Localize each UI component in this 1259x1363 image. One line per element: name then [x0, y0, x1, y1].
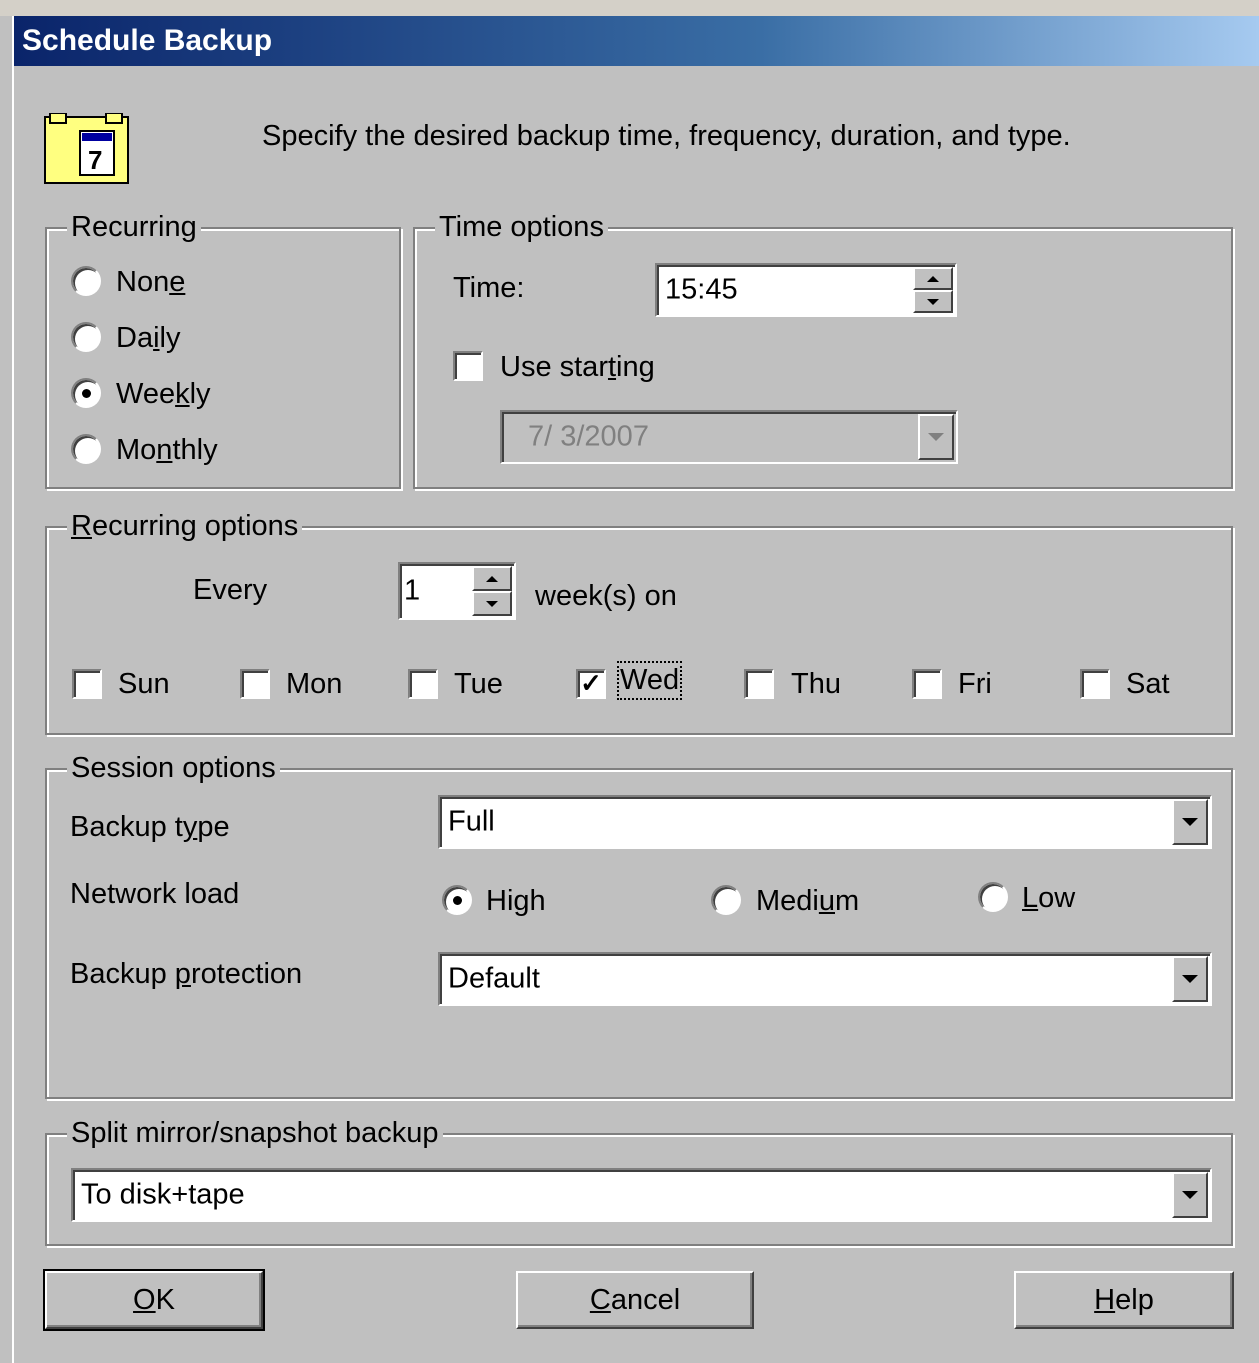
- recurring-monthly-radio[interactable]: [71, 434, 101, 464]
- backup-type-label: Backup type: [70, 811, 230, 843]
- time-label: Time:: [453, 272, 525, 304]
- backup-type-dropdown[interactable]: Full: [438, 795, 1212, 849]
- chevron-down-icon: [1182, 1191, 1198, 1199]
- cancel-button[interactable]: Cancel: [516, 1271, 754, 1329]
- recurring-none-radio[interactable]: [71, 266, 101, 296]
- recurring-daily-label[interactable]: Daily: [116, 322, 180, 355]
- backup-type-value: Full: [448, 805, 495, 838]
- window-left-edge: [0, 16, 14, 1363]
- day-tue-label[interactable]: Tue: [454, 668, 503, 701]
- network-medium-label[interactable]: Medium: [756, 885, 859, 918]
- ok-button-label: OK: [133, 1283, 175, 1316]
- backup-protection-value: Default: [448, 962, 540, 995]
- chevron-down-icon: [1182, 818, 1198, 826]
- weeks-on-label: week(s) on: [535, 580, 677, 612]
- recurring-options-group: Recurring options: [45, 510, 1233, 735]
- backup-protection-dropdown[interactable]: Default: [438, 952, 1212, 1006]
- spin-down-button[interactable]: [913, 290, 953, 313]
- day-fri-checkbox[interactable]: [912, 669, 942, 699]
- network-high-label[interactable]: High: [486, 885, 546, 918]
- title-bar[interactable]: Schedule Backup: [14, 16, 1259, 66]
- recurring-legend: Recurring: [67, 211, 201, 244]
- session-options-legend: Session options: [67, 752, 280, 785]
- chevron-down-icon: [928, 433, 944, 441]
- help-button[interactable]: Help: [1014, 1271, 1234, 1329]
- cancel-button-label: Cancel: [589, 1283, 681, 1316]
- down-arrow-icon: [927, 298, 939, 305]
- dropdown-button: [918, 414, 954, 460]
- network-high-radio[interactable]: [442, 885, 472, 915]
- day-mon-label[interactable]: Mon: [286, 668, 342, 701]
- spin-down-button[interactable]: [472, 591, 512, 616]
- day-thu-label[interactable]: Thu: [791, 668, 841, 701]
- day-mon-checkbox[interactable]: [240, 669, 270, 699]
- split-mirror-legend: Split mirror/snapshot backup: [67, 1117, 443, 1150]
- spin-up-button[interactable]: [913, 267, 953, 290]
- time-value: 15:45: [665, 273, 738, 306]
- start-date-dropdown: 7/ 3/2007: [500, 410, 958, 464]
- network-low-radio[interactable]: [978, 882, 1008, 912]
- recurring-none-label[interactable]: None: [116, 266, 185, 299]
- every-label: Every: [193, 574, 268, 606]
- chevron-down-icon: [1182, 975, 1198, 983]
- day-thu-checkbox[interactable]: [744, 669, 774, 699]
- split-mirror-dropdown[interactable]: To disk+tape: [71, 1168, 1212, 1222]
- network-load-label: Network load: [70, 878, 240, 910]
- split-mirror-value: To disk+tape: [81, 1178, 245, 1211]
- every-spinner[interactable]: [472, 566, 512, 616]
- every-input[interactable]: 1: [398, 562, 516, 620]
- day-wed-checkbox[interactable]: ✓: [576, 669, 606, 699]
- time-input[interactable]: 15:45: [655, 263, 957, 317]
- recurring-monthly-label[interactable]: Monthly: [116, 434, 218, 467]
- recurring-weekly-radio[interactable]: [71, 378, 101, 408]
- time-options-legend: Time options: [435, 211, 608, 244]
- time-spinner[interactable]: [913, 267, 953, 313]
- dropdown-button[interactable]: [1172, 799, 1208, 845]
- recurring-weekly-label[interactable]: Weekly: [116, 378, 211, 411]
- network-medium-radio[interactable]: [711, 885, 741, 915]
- spin-up-button[interactable]: [472, 566, 512, 591]
- start-date-value: 7/ 3/2007: [528, 420, 649, 453]
- calendar-icon-day: 7: [88, 145, 102, 175]
- every-value: 1: [404, 574, 421, 607]
- help-button-label: Help: [1094, 1283, 1154, 1316]
- calendar-icon: 7: [44, 112, 130, 185]
- window-top-edge: [0, 0, 1259, 16]
- day-fri-label[interactable]: Fri: [958, 668, 992, 701]
- day-sun-label[interactable]: Sun: [118, 668, 170, 701]
- recurring-options-legend: Recurring options: [67, 510, 303, 543]
- header-description: Specify the desired backup time, frequen…: [262, 120, 1071, 152]
- day-tue-checkbox[interactable]: [408, 669, 438, 699]
- dropdown-button[interactable]: [1172, 1172, 1208, 1218]
- down-arrow-icon: [486, 600, 498, 607]
- up-arrow-icon: [486, 575, 498, 582]
- backup-protection-label: Backup protection: [70, 958, 303, 990]
- use-starting-label[interactable]: Use starting: [500, 351, 655, 384]
- use-starting-checkbox[interactable]: [453, 351, 483, 381]
- dropdown-button[interactable]: [1172, 956, 1208, 1002]
- day-sun-checkbox[interactable]: [72, 669, 102, 699]
- radio-selected-dot: [82, 389, 91, 398]
- up-arrow-icon: [927, 275, 939, 282]
- day-sat-label[interactable]: Sat: [1126, 668, 1170, 701]
- network-low-label[interactable]: Low: [1022, 882, 1075, 915]
- radio-selected-dot: [453, 896, 462, 905]
- window-title: Schedule Backup: [22, 24, 273, 57]
- day-sat-checkbox[interactable]: [1080, 669, 1110, 699]
- recurring-daily-radio[interactable]: [71, 322, 101, 352]
- day-wed-label[interactable]: Wed: [616, 661, 683, 700]
- ok-button[interactable]: OK: [43, 1269, 265, 1331]
